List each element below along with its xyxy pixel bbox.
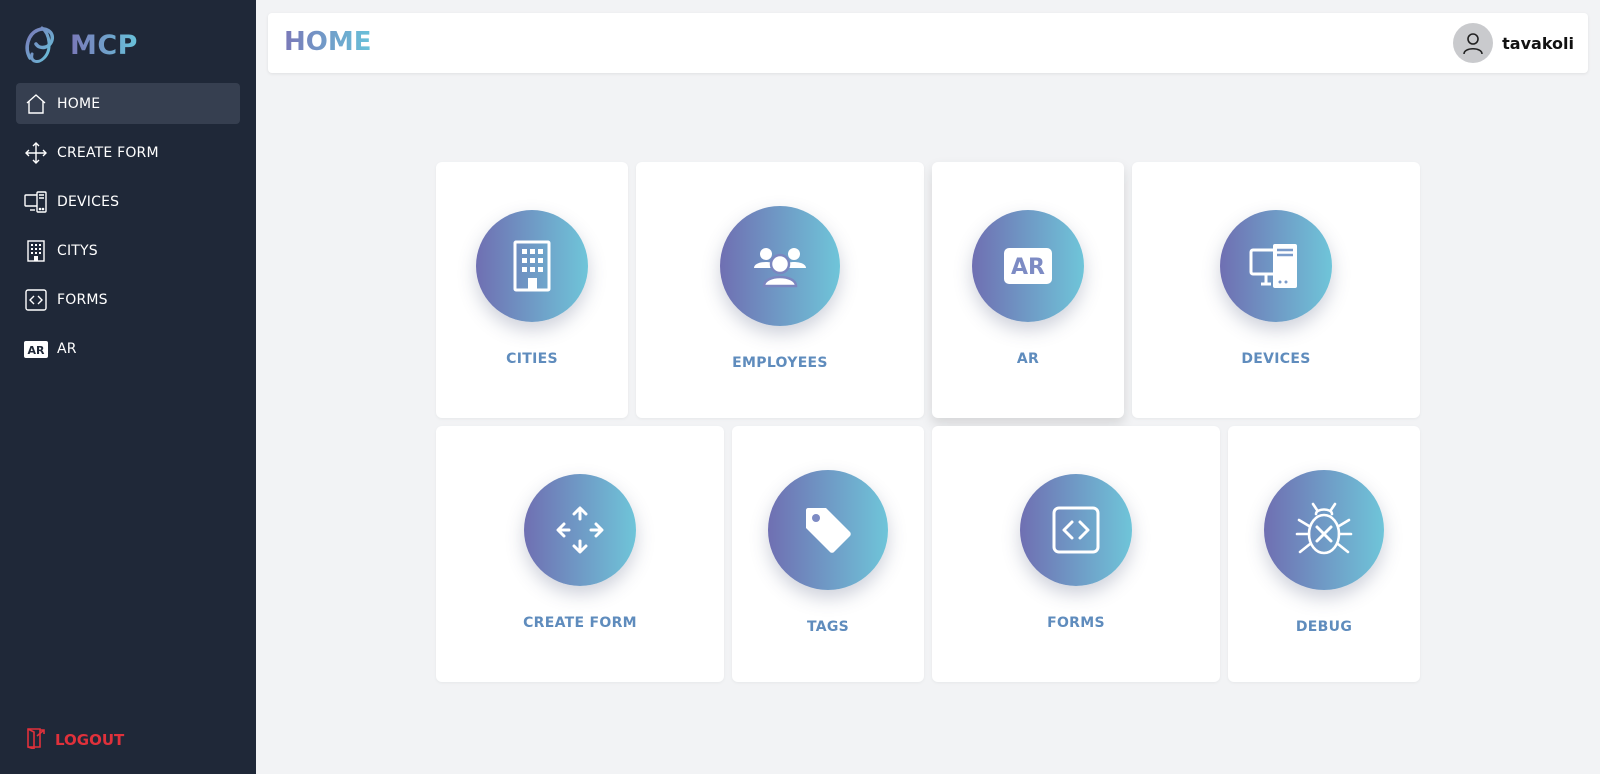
- sidebar: MCP HOME CREATE FORM DEVICES CITYS FORMS…: [0, 0, 256, 774]
- sidebar-item-label: DEVICES: [57, 193, 120, 210]
- building-icon: [476, 210, 588, 322]
- card-label: TAGS: [806, 619, 850, 635]
- sidebar-item-ar[interactable]: AR AR: [16, 328, 240, 369]
- card-label: EMPLOYEES: [732, 355, 828, 371]
- card-label: CREATE FORM: [523, 615, 637, 631]
- username: tavakoli: [1502, 33, 1574, 53]
- mcp-logo-icon: [25, 26, 55, 63]
- card-employees[interactable]: EMPLOYEES: [636, 162, 924, 418]
- move-arrows-icon: [524, 474, 636, 586]
- card-cities[interactable]: CITIES: [436, 162, 628, 418]
- logout-button[interactable]: LOGOUT: [24, 727, 124, 753]
- sidebar-item-label: CITYS: [57, 242, 98, 259]
- sidebar-item-create-form[interactable]: CREATE FORM: [16, 132, 240, 173]
- home-icon: [24, 92, 48, 116]
- header: HOME tavakoli: [268, 13, 1588, 73]
- card-label: CITIES: [506, 351, 558, 367]
- svg-text:AR: AR: [1011, 255, 1045, 280]
- sidebar-nav: HOME CREATE FORM DEVICES CITYS FORMS AR …: [16, 83, 240, 377]
- sidebar-item-label: AR: [57, 340, 77, 357]
- sidebar-item-label: FORMS: [57, 291, 108, 308]
- user-icon: [1463, 33, 1483, 55]
- sidebar-item-label: CREATE FORM: [57, 144, 159, 161]
- bug-icon: [1264, 470, 1384, 590]
- users-icon: [720, 206, 840, 326]
- card-label: FORMS: [1047, 615, 1105, 631]
- tag-icon: [768, 470, 888, 590]
- card-forms[interactable]: FORMS: [932, 426, 1220, 682]
- sidebar-item-devices[interactable]: DEVICES: [16, 181, 240, 222]
- card-debug[interactable]: DEBUG: [1228, 426, 1420, 682]
- sidebar-item-label: HOME: [57, 95, 101, 112]
- svg-text:AR: AR: [28, 344, 46, 357]
- page-title: HOME: [284, 27, 372, 57]
- devices-icon: [24, 190, 48, 214]
- card-label: AR: [1016, 351, 1040, 367]
- logout-icon: [24, 727, 46, 753]
- user-menu[interactable]: tavakoli: [1453, 23, 1574, 63]
- building-icon: [24, 239, 48, 263]
- avatar: [1453, 23, 1494, 63]
- sidebar-item-forms[interactable]: FORMS: [16, 279, 240, 320]
- card-tags[interactable]: TAGS: [732, 426, 924, 682]
- move-arrows-icon: [24, 141, 48, 165]
- sidebar-item-home[interactable]: HOME: [16, 83, 240, 124]
- ar-icon: AR: [24, 337, 48, 361]
- sidebar-item-citys[interactable]: CITYS: [16, 230, 240, 271]
- ar-icon: AR: [972, 210, 1084, 322]
- code-icon: [1020, 474, 1132, 586]
- card-create-form[interactable]: CREATE FORM: [436, 426, 724, 682]
- card-label: DEVICES: [1241, 351, 1311, 367]
- code-icon: [24, 288, 48, 312]
- devices-icon: [1220, 210, 1332, 322]
- card-devices[interactable]: DEVICES: [1132, 162, 1420, 418]
- card-ar[interactable]: AR AR: [932, 162, 1124, 418]
- card-label: DEBUG: [1295, 619, 1353, 635]
- brand-name: MCP: [70, 29, 138, 61]
- brand[interactable]: MCP: [22, 24, 138, 66]
- logout-label: LOGOUT: [55, 731, 125, 749]
